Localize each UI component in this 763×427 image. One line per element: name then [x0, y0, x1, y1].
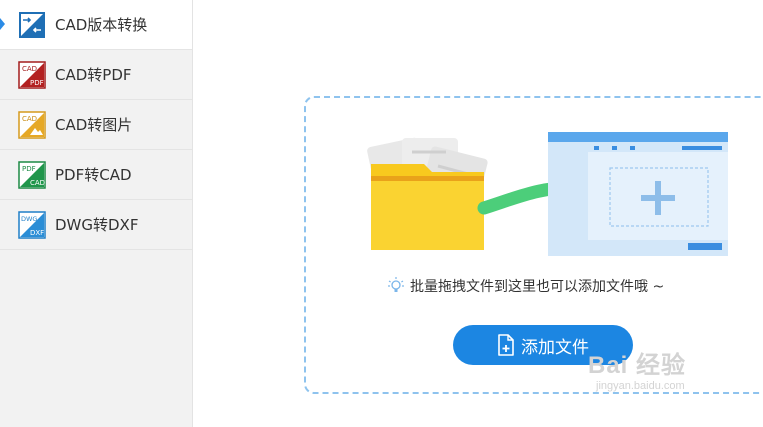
sidebar-item-label: DWG转DXF	[55, 216, 139, 234]
sidebar-item-label: CAD转PDF	[55, 66, 132, 84]
sidebar-item-label: CAD转图片	[55, 116, 133, 134]
dwg-to-dxf-icon: DWG DXF	[18, 210, 46, 239]
sidebar-item-pdf-to-cad[interactable]: PDF CAD PDF转CAD	[0, 150, 192, 200]
cad-to-image-icon: CAD	[18, 110, 46, 139]
sidebar-item-cad-version-convert[interactable]: CAD版本转换	[0, 0, 192, 50]
sidebar-item-cad-to-image[interactable]: CAD CAD转图片	[0, 100, 192, 150]
add-file-button-label: 添加文件	[521, 337, 589, 358]
app-window-icon	[548, 132, 728, 256]
sidebar-item-label: PDF转CAD	[55, 166, 132, 184]
sidebar-item-cad-to-pdf[interactable]: CAD PDF CAD转PDF	[0, 50, 192, 100]
icon-text-cad: CAD	[30, 179, 45, 187]
cad-to-pdf-icon: CAD PDF	[18, 60, 46, 89]
drag-files-illustration	[367, 132, 728, 256]
folder-icon	[371, 164, 484, 250]
file-add-icon	[498, 334, 514, 356]
icon-text-dxf: DXF	[30, 229, 44, 237]
sidebar-item-dwg-to-dxf[interactable]: DWG DXF DWG转DXF	[0, 200, 192, 250]
icon-text-pdf: PDF	[30, 79, 44, 87]
drag-hint-text: 批量拖拽文件到这里也可以添加文件哦 ~	[410, 279, 665, 295]
cad-version-convert-icon	[19, 11, 45, 38]
drag-hint: 批量拖拽文件到这里也可以添加文件哦 ~	[388, 276, 664, 296]
sidebar: CAD版本转换 CAD PDF CAD转PDF CAD CAD转图片 PDF C…	[0, 0, 193, 427]
icon-text-cad: CAD	[22, 65, 37, 73]
add-file-button[interactable]: 添加文件	[453, 325, 633, 365]
lightbulb-icon	[388, 277, 404, 292]
icon-text-pdf: PDF	[22, 165, 36, 173]
icon-text-dwg: DWG	[21, 215, 37, 223]
sidebar-item-label: CAD版本转换	[55, 16, 148, 34]
icon-text-cad: CAD	[22, 115, 37, 123]
active-marker	[0, 18, 5, 30]
pdf-to-cad-icon: PDF CAD	[18, 160, 46, 189]
